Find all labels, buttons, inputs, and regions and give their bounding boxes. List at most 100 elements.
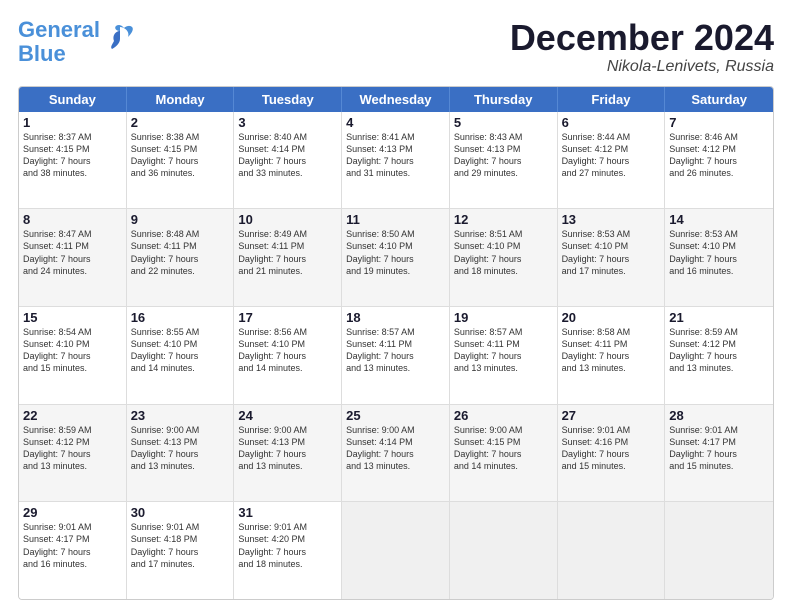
- table-row: 24Sunrise: 9:00 AMSunset: 4:13 PMDayligh…: [234, 405, 342, 502]
- day-number: 21: [669, 310, 769, 325]
- day-info: Sunrise: 8:51 AMSunset: 4:10 PMDaylight:…: [454, 228, 553, 277]
- day-number: 12: [454, 212, 553, 227]
- day-number: 22: [23, 408, 122, 423]
- day-number: 10: [238, 212, 337, 227]
- day-number: 24: [238, 408, 337, 423]
- day-info: Sunrise: 8:50 AMSunset: 4:10 PMDaylight:…: [346, 228, 445, 277]
- calendar-row: 15Sunrise: 8:54 AMSunset: 4:10 PMDayligh…: [19, 307, 773, 405]
- table-row: 16Sunrise: 8:55 AMSunset: 4:10 PMDayligh…: [127, 307, 235, 404]
- day-info: Sunrise: 8:47 AMSunset: 4:11 PMDaylight:…: [23, 228, 122, 277]
- day-number: 27: [562, 408, 661, 423]
- day-info: Sunrise: 9:01 AMSunset: 4:17 PMDaylight:…: [23, 521, 122, 570]
- day-info: Sunrise: 8:40 AMSunset: 4:14 PMDaylight:…: [238, 131, 337, 180]
- day-number: 14: [669, 212, 769, 227]
- day-number: 17: [238, 310, 337, 325]
- logo-blue: Blue: [18, 42, 100, 66]
- table-row: [342, 502, 450, 599]
- table-row: 8Sunrise: 8:47 AMSunset: 4:11 PMDaylight…: [19, 209, 127, 306]
- day-number: 19: [454, 310, 553, 325]
- day-number: 18: [346, 310, 445, 325]
- day-info: Sunrise: 9:00 AMSunset: 4:13 PMDaylight:…: [238, 424, 337, 473]
- table-row: 1Sunrise: 8:37 AMSunset: 4:15 PMDaylight…: [19, 112, 127, 209]
- day-info: Sunrise: 8:44 AMSunset: 4:12 PMDaylight:…: [562, 131, 661, 180]
- day-number: 9: [131, 212, 230, 227]
- table-row: 15Sunrise: 8:54 AMSunset: 4:10 PMDayligh…: [19, 307, 127, 404]
- table-row: 12Sunrise: 8:51 AMSunset: 4:10 PMDayligh…: [450, 209, 558, 306]
- day-info: Sunrise: 8:56 AMSunset: 4:10 PMDaylight:…: [238, 326, 337, 375]
- day-number: 29: [23, 505, 122, 520]
- day-info: Sunrise: 9:00 AMSunset: 4:15 PMDaylight:…: [454, 424, 553, 473]
- calendar-row: 8Sunrise: 8:47 AMSunset: 4:11 PMDaylight…: [19, 209, 773, 307]
- day-number: 5: [454, 115, 553, 130]
- header-tuesday: Tuesday: [234, 87, 342, 112]
- table-row: 4Sunrise: 8:41 AMSunset: 4:13 PMDaylight…: [342, 112, 450, 209]
- header-wednesday: Wednesday: [342, 87, 450, 112]
- day-number: 25: [346, 408, 445, 423]
- day-info: Sunrise: 8:59 AMSunset: 4:12 PMDaylight:…: [669, 326, 769, 375]
- location: Nikola-Lenivets, Russia: [510, 58, 774, 76]
- day-number: 15: [23, 310, 122, 325]
- table-row: 22Sunrise: 8:59 AMSunset: 4:12 PMDayligh…: [19, 405, 127, 502]
- table-row: 23Sunrise: 9:00 AMSunset: 4:13 PMDayligh…: [127, 405, 235, 502]
- day-info: Sunrise: 8:53 AMSunset: 4:10 PMDaylight:…: [562, 228, 661, 277]
- table-row: 31Sunrise: 9:01 AMSunset: 4:20 PMDayligh…: [234, 502, 342, 599]
- day-info: Sunrise: 8:57 AMSunset: 4:11 PMDaylight:…: [454, 326, 553, 375]
- table-row: 14Sunrise: 8:53 AMSunset: 4:10 PMDayligh…: [665, 209, 773, 306]
- header-thursday: Thursday: [450, 87, 558, 112]
- calendar-row: 29Sunrise: 9:01 AMSunset: 4:17 PMDayligh…: [19, 502, 773, 599]
- header-sunday: Sunday: [19, 87, 127, 112]
- day-number: 26: [454, 408, 553, 423]
- month-title: December 2024: [510, 18, 774, 58]
- table-row: 18Sunrise: 8:57 AMSunset: 4:11 PMDayligh…: [342, 307, 450, 404]
- day-number: 7: [669, 115, 769, 130]
- table-row: 25Sunrise: 9:00 AMSunset: 4:14 PMDayligh…: [342, 405, 450, 502]
- day-info: Sunrise: 9:01 AMSunset: 4:20 PMDaylight:…: [238, 521, 337, 570]
- day-info: Sunrise: 8:59 AMSunset: 4:12 PMDaylight:…: [23, 424, 122, 473]
- day-number: 2: [131, 115, 230, 130]
- day-info: Sunrise: 8:55 AMSunset: 4:10 PMDaylight:…: [131, 326, 230, 375]
- day-info: Sunrise: 8:53 AMSunset: 4:10 PMDaylight:…: [669, 228, 769, 277]
- calendar-row: 1Sunrise: 8:37 AMSunset: 4:15 PMDaylight…: [19, 112, 773, 210]
- day-info: Sunrise: 8:43 AMSunset: 4:13 PMDaylight:…: [454, 131, 553, 180]
- calendar: Sunday Monday Tuesday Wednesday Thursday…: [18, 86, 774, 600]
- logo-general: General: [18, 17, 100, 42]
- day-info: Sunrise: 8:41 AMSunset: 4:13 PMDaylight:…: [346, 131, 445, 180]
- table-row: 5Sunrise: 8:43 AMSunset: 4:13 PMDaylight…: [450, 112, 558, 209]
- header: General Blue December 2024 Nikola-Lenive…: [18, 18, 774, 76]
- table-row: 27Sunrise: 9:01 AMSunset: 4:16 PMDayligh…: [558, 405, 666, 502]
- page: General Blue December 2024 Nikola-Lenive…: [0, 0, 792, 612]
- day-number: 23: [131, 408, 230, 423]
- day-number: 1: [23, 115, 122, 130]
- table-row: [665, 502, 773, 599]
- logo-text: General: [18, 18, 100, 42]
- day-info: Sunrise: 8:48 AMSunset: 4:11 PMDaylight:…: [131, 228, 230, 277]
- day-info: Sunrise: 8:58 AMSunset: 4:11 PMDaylight:…: [562, 326, 661, 375]
- table-row: 20Sunrise: 8:58 AMSunset: 4:11 PMDayligh…: [558, 307, 666, 404]
- day-info: Sunrise: 8:37 AMSunset: 4:15 PMDaylight:…: [23, 131, 122, 180]
- header-monday: Monday: [127, 87, 235, 112]
- logo: General Blue: [18, 18, 134, 66]
- day-number: 31: [238, 505, 337, 520]
- table-row: 11Sunrise: 8:50 AMSunset: 4:10 PMDayligh…: [342, 209, 450, 306]
- day-number: 11: [346, 212, 445, 227]
- day-info: Sunrise: 8:46 AMSunset: 4:12 PMDaylight:…: [669, 131, 769, 180]
- table-row: 7Sunrise: 8:46 AMSunset: 4:12 PMDaylight…: [665, 112, 773, 209]
- table-row: 6Sunrise: 8:44 AMSunset: 4:12 PMDaylight…: [558, 112, 666, 209]
- calendar-header: Sunday Monday Tuesday Wednesday Thursday…: [19, 87, 773, 112]
- table-row: 26Sunrise: 9:00 AMSunset: 4:15 PMDayligh…: [450, 405, 558, 502]
- day-info: Sunrise: 9:01 AMSunset: 4:17 PMDaylight:…: [669, 424, 769, 473]
- table-row: 2Sunrise: 8:38 AMSunset: 4:15 PMDaylight…: [127, 112, 235, 209]
- day-number: 28: [669, 408, 769, 423]
- logo-bird-icon: [106, 23, 134, 51]
- title-block: December 2024 Nikola-Lenivets, Russia: [510, 18, 774, 76]
- table-row: 21Sunrise: 8:59 AMSunset: 4:12 PMDayligh…: [665, 307, 773, 404]
- table-row: 28Sunrise: 9:01 AMSunset: 4:17 PMDayligh…: [665, 405, 773, 502]
- day-info: Sunrise: 8:54 AMSunset: 4:10 PMDaylight:…: [23, 326, 122, 375]
- table-row: 10Sunrise: 8:49 AMSunset: 4:11 PMDayligh…: [234, 209, 342, 306]
- calendar-body: 1Sunrise: 8:37 AMSunset: 4:15 PMDaylight…: [19, 112, 773, 599]
- day-number: 20: [562, 310, 661, 325]
- header-saturday: Saturday: [665, 87, 773, 112]
- table-row: 3Sunrise: 8:40 AMSunset: 4:14 PMDaylight…: [234, 112, 342, 209]
- day-number: 4: [346, 115, 445, 130]
- table-row: [450, 502, 558, 599]
